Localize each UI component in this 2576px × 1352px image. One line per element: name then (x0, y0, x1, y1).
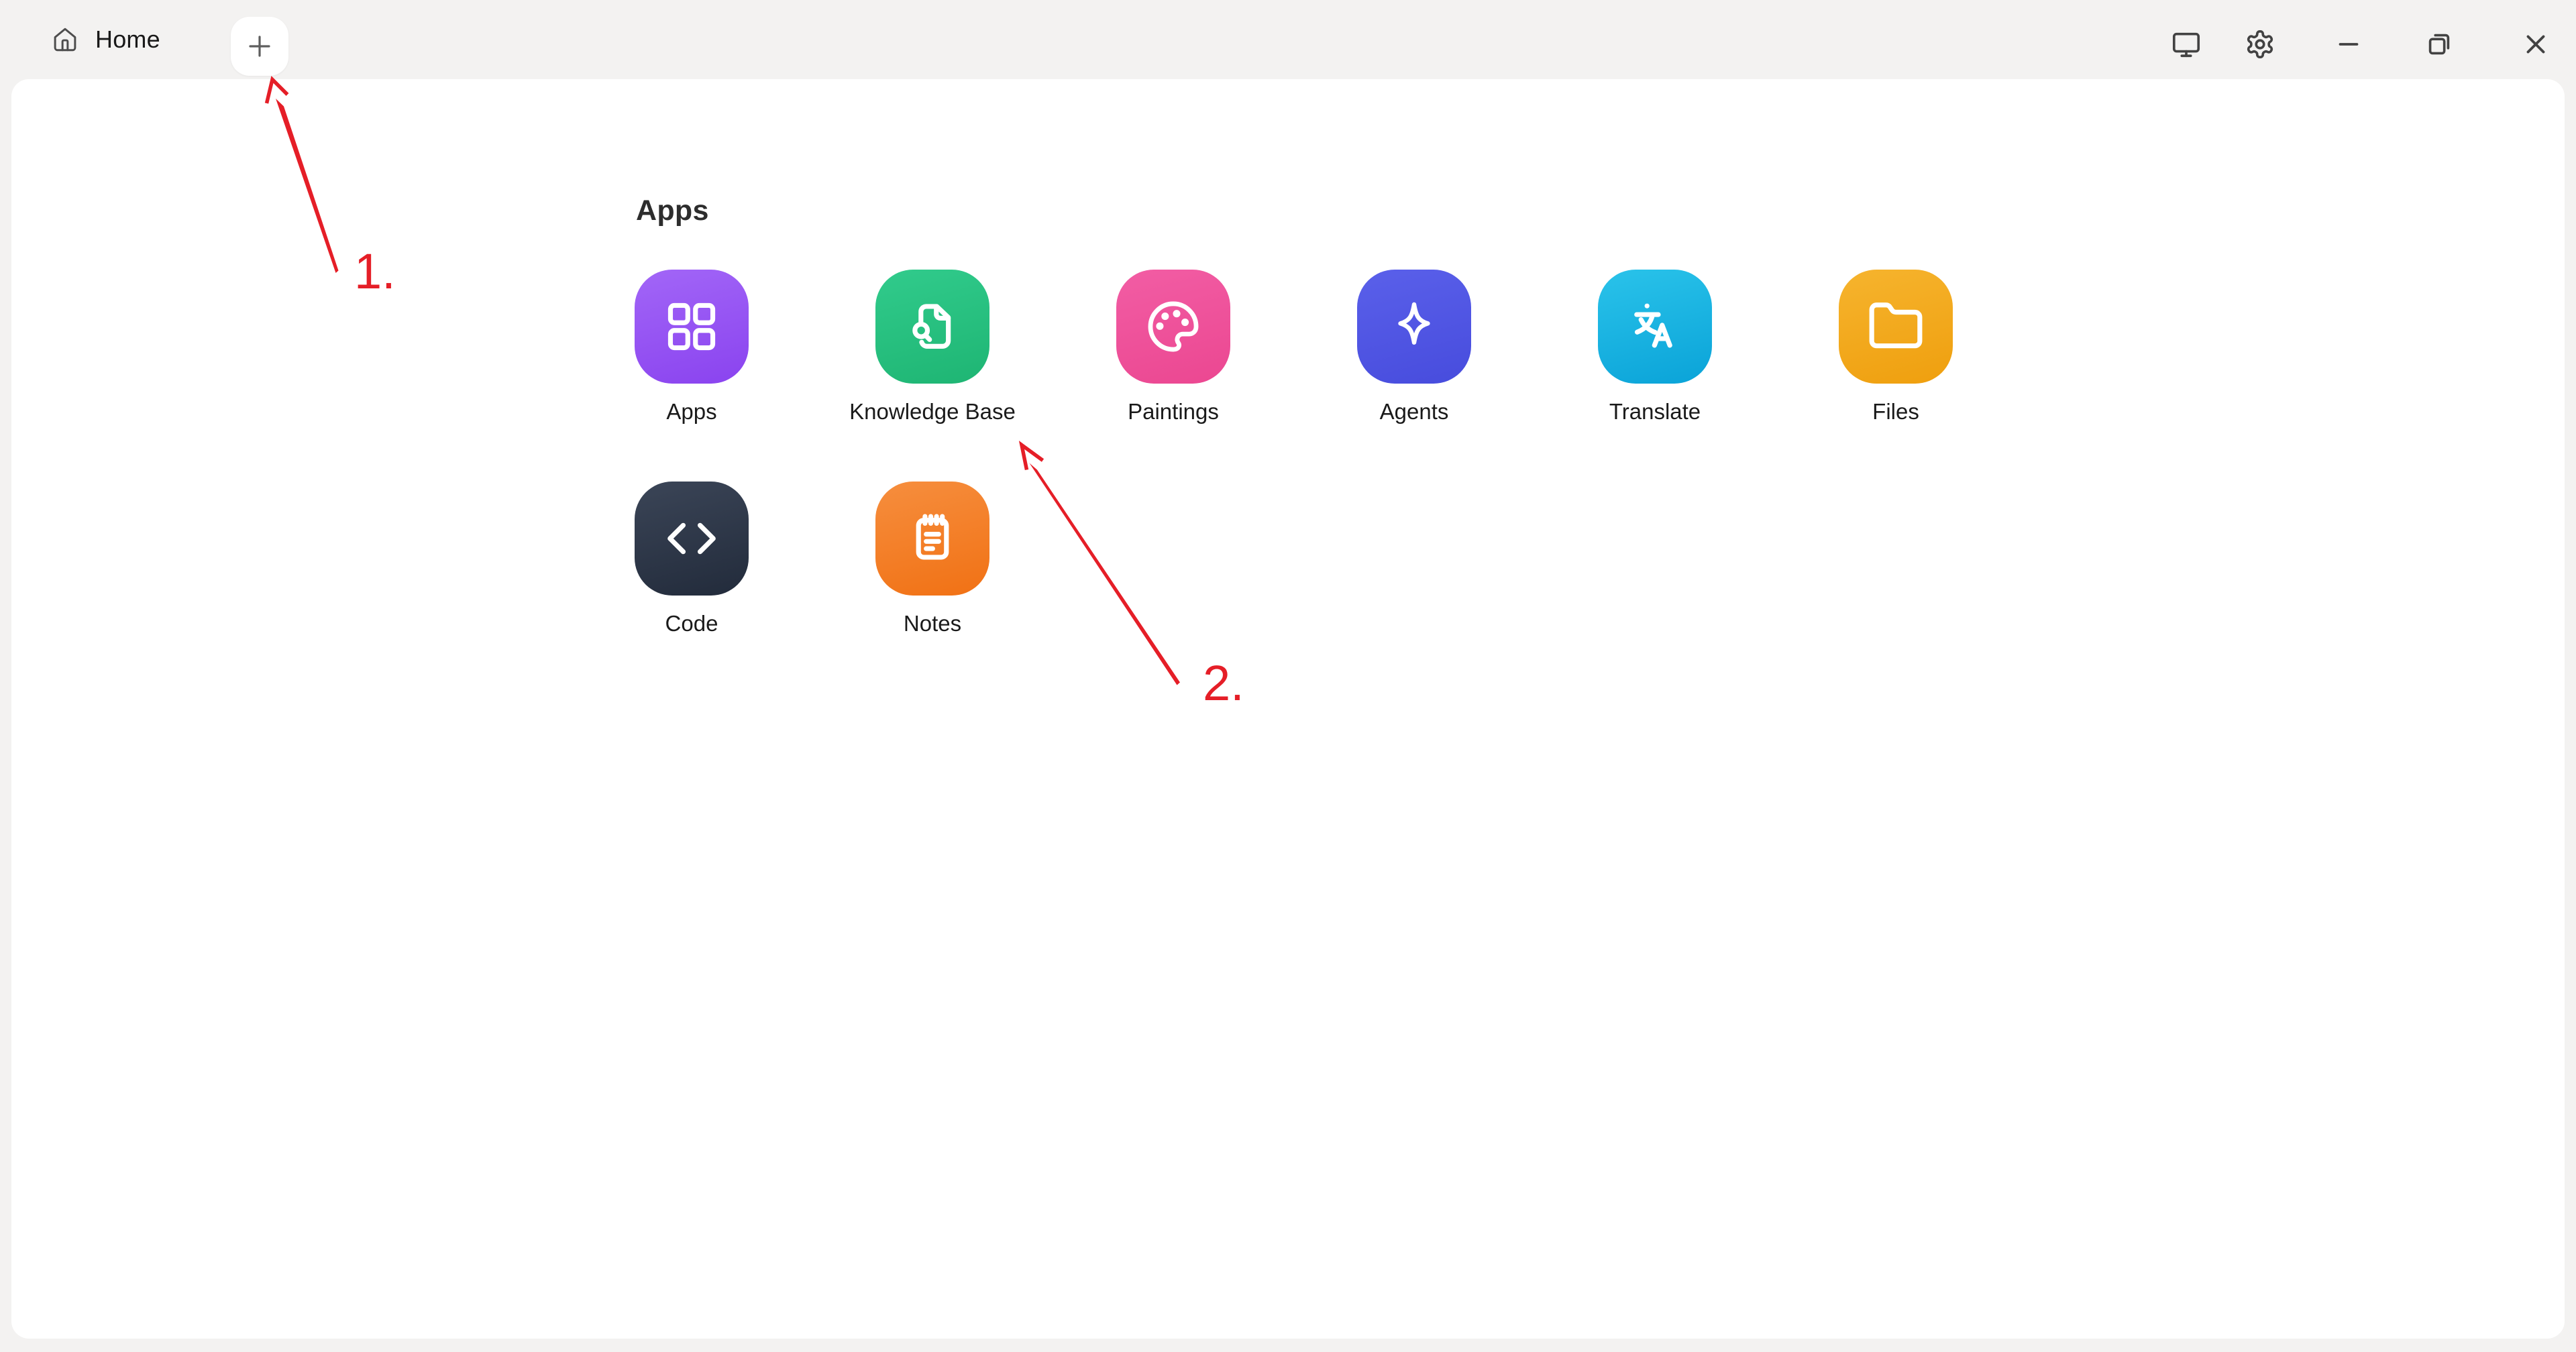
app-label: Code (665, 610, 718, 637)
app-label: Translate (1609, 398, 1701, 425)
app-item-notes[interactable]: Notes (875, 482, 989, 637)
file-search-icon (904, 298, 961, 355)
window-title: Home (95, 25, 160, 54)
apps-grid: Apps Knowledge Base Paintings Agents Tra… (635, 270, 1953, 637)
app-window: Home (0, 0, 2576, 1352)
restore-button[interactable] (2424, 29, 2455, 60)
app-item-translate[interactable]: Translate (1598, 270, 1712, 425)
notepad-icon (904, 510, 961, 567)
app-label: Files (1872, 398, 1919, 425)
app-label: Apps (666, 398, 716, 425)
plus-icon (244, 30, 276, 62)
sparkle-icon (1385, 298, 1443, 355)
new-tab-button[interactable] (231, 17, 288, 76)
titlebar: Home (0, 0, 2576, 79)
app-tile (875, 482, 989, 596)
app-item-code[interactable]: Code (635, 482, 749, 637)
minimize-button[interactable] (2333, 29, 2364, 60)
home-icon (51, 25, 79, 54)
app-tile (1839, 270, 1953, 384)
close-icon (2520, 29, 2551, 60)
app-item-files[interactable]: Files (1839, 270, 1953, 425)
folder-icon (1867, 298, 1925, 355)
palette-icon (1144, 298, 1202, 355)
home-content-panel: Apps Apps Knowledge Base Paintings Agent… (11, 79, 2565, 1339)
apps-section-heading: Apps (636, 194, 709, 227)
app-label: Knowledge Base (849, 398, 1016, 425)
app-item-agents[interactable]: Agents (1357, 270, 1471, 425)
app-tile (635, 270, 749, 384)
app-tile (875, 270, 989, 384)
translate-icon (1626, 298, 1684, 355)
app-tile (635, 482, 749, 596)
close-button[interactable] (2520, 29, 2551, 60)
app-label: Agents (1380, 398, 1449, 425)
app-item-apps[interactable]: Apps (635, 270, 749, 425)
settings-button[interactable] (2245, 29, 2275, 60)
app-item-knowledge-base[interactable]: Knowledge Base (875, 270, 989, 425)
gear-icon (2245, 29, 2275, 60)
grid-icon (663, 298, 720, 355)
minimize-icon (2333, 29, 2364, 60)
display-mode-button[interactable] (2171, 29, 2202, 60)
app-label: Paintings (1128, 398, 1219, 425)
monitor-icon (2171, 29, 2202, 60)
code-icon (663, 510, 720, 567)
app-tile (1598, 270, 1712, 384)
app-tile (1116, 270, 1230, 384)
app-item-paintings[interactable]: Paintings (1116, 270, 1230, 425)
app-tile (1357, 270, 1471, 384)
restore-icon (2424, 29, 2455, 60)
tab-home[interactable]: Home (51, 0, 160, 79)
app-label: Notes (904, 610, 961, 637)
